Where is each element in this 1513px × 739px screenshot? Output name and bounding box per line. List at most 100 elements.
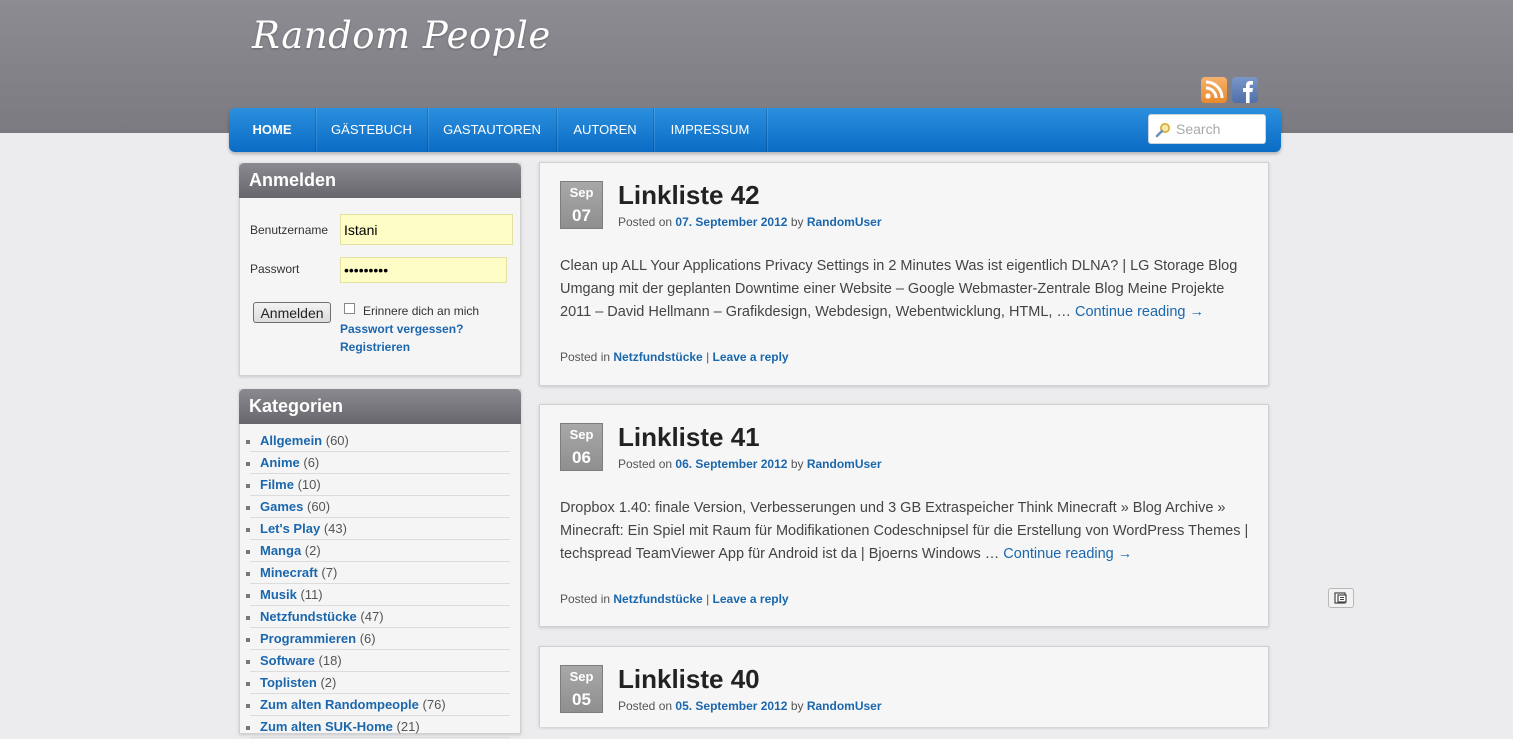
category-entry: Filme (10) bbox=[260, 475, 321, 495]
post-date-link[interactable]: 05. September 2012 bbox=[675, 699, 787, 713]
category-link[interactable]: Games bbox=[260, 499, 303, 514]
category-item: Games (60) bbox=[246, 497, 510, 518]
facebook-icon[interactable] bbox=[1232, 77, 1258, 103]
category-item: Let's Play (43) bbox=[246, 519, 510, 540]
category-count: (6) bbox=[303, 455, 320, 470]
remember-me-checkbox[interactable] bbox=[344, 303, 355, 314]
list-bullet bbox=[246, 594, 250, 598]
list-bullet bbox=[246, 616, 250, 620]
category-link[interactable]: Manga bbox=[260, 543, 301, 558]
category-count: (6) bbox=[359, 631, 376, 646]
continue-reading-link[interactable]: Continue reading → bbox=[1075, 304, 1204, 320]
category-item: Minecraft (7) bbox=[246, 563, 510, 584]
by-label: by bbox=[790, 457, 804, 471]
category-link[interactable]: Software bbox=[260, 653, 315, 668]
post-card: Sep 06 Linkliste 41 Posted on 06. Septem… bbox=[539, 404, 1269, 627]
post-author-link[interactable]: RandomUser bbox=[807, 215, 882, 229]
posted-on-label: Posted on bbox=[618, 457, 673, 471]
post-title[interactable]: Linkliste 41 bbox=[618, 422, 760, 453]
login-widget-title: Anmelden bbox=[239, 163, 521, 198]
remember-me-label: Erinnere dich an mich bbox=[363, 304, 480, 318]
category-item: Allgemein (60) bbox=[246, 431, 510, 452]
nav-autoren[interactable]: AUTOREN bbox=[557, 108, 654, 152]
list-bullet bbox=[246, 660, 250, 664]
category-link[interactable]: Musik bbox=[260, 587, 297, 602]
main-navigation: HOME GÄSTEBUCH GASTAUTOREN AUTOREN IMPRE… bbox=[229, 108, 1281, 152]
date-badge: Sep 06 bbox=[560, 423, 603, 471]
category-count: (2) bbox=[320, 675, 337, 690]
category-link[interactable]: Netzfundstücke bbox=[260, 609, 357, 624]
post-footer: Posted in Netzfundstücke | Leave a reply bbox=[560, 350, 789, 364]
category-count: (76) bbox=[422, 697, 446, 712]
category-count: (18) bbox=[318, 653, 342, 668]
username-field[interactable] bbox=[340, 214, 513, 245]
category-count: (7) bbox=[321, 565, 338, 580]
post-title[interactable]: Linkliste 40 bbox=[618, 664, 760, 695]
category-count: (11) bbox=[300, 587, 323, 602]
category-link[interactable]: Allgemein bbox=[260, 433, 322, 448]
category-entry: Let's Play (43) bbox=[260, 519, 347, 539]
footer-separator: | bbox=[706, 592, 710, 606]
password-field[interactable] bbox=[340, 257, 507, 283]
post-meta: Posted on 07. September 2012 by RandomUs… bbox=[618, 215, 882, 229]
posted-on-label: Posted on bbox=[618, 215, 673, 229]
forgot-password-link[interactable]: Passwort vergessen? bbox=[340, 322, 463, 336]
post-category-link[interactable]: Netzfundstücke bbox=[613, 592, 702, 606]
category-entry: Programmieren (6) bbox=[260, 629, 376, 649]
post-author-link[interactable]: RandomUser bbox=[807, 457, 882, 471]
login-widget: Anmelden Benutzername Passwort Anmelden … bbox=[239, 163, 521, 376]
category-entry: Musik (11) bbox=[260, 585, 323, 605]
post-title[interactable]: Linkliste 42 bbox=[618, 180, 760, 211]
category-item: Anime (6) bbox=[246, 453, 510, 474]
leave-reply-link[interactable]: Leave a reply bbox=[713, 592, 789, 606]
category-count: (47) bbox=[360, 609, 384, 624]
category-link[interactable]: Programmieren bbox=[260, 631, 356, 646]
category-link[interactable]: Toplisten bbox=[260, 675, 317, 690]
category-entry: Toplisten (2) bbox=[260, 673, 336, 693]
category-link[interactable]: Zum alten Randompeople bbox=[260, 697, 419, 712]
category-count: (10) bbox=[297, 477, 321, 492]
rss-icon[interactable] bbox=[1201, 77, 1227, 103]
category-entry: Manga (2) bbox=[260, 541, 321, 561]
date-month: Sep bbox=[569, 185, 594, 200]
nav-home[interactable]: HOME bbox=[229, 108, 316, 152]
post-card: Sep 07 Linkliste 42 Posted on 07. Septem… bbox=[539, 162, 1269, 386]
search-input[interactable] bbox=[1176, 115, 1262, 143]
by-label: by bbox=[790, 215, 804, 229]
category-count: (43) bbox=[323, 521, 347, 536]
post-date-link[interactable]: 06. September 2012 bbox=[675, 457, 787, 471]
category-entry: Zum alten Randompeople (76) bbox=[260, 695, 446, 715]
posted-in-label: Posted in bbox=[560, 350, 611, 364]
list-bullet bbox=[246, 506, 250, 510]
category-link[interactable]: Let's Play bbox=[260, 521, 320, 536]
register-link[interactable]: Registrieren bbox=[340, 340, 410, 354]
category-item: Netzfundstücke (47) bbox=[246, 607, 510, 628]
post-author-link[interactable]: RandomUser bbox=[807, 699, 882, 713]
nav-impressum[interactable]: IMPRESSUM bbox=[654, 108, 767, 152]
by-label: by bbox=[790, 699, 804, 713]
continue-reading-link[interactable]: Continue reading → bbox=[1003, 546, 1132, 562]
site-title[interactable]: Random People bbox=[252, 14, 551, 57]
category-item: Zum alten Randompeople (76) bbox=[246, 695, 510, 716]
category-item: Zum alten SUK-Home (21) bbox=[246, 717, 510, 738]
nav-gastautoren[interactable]: GASTAUTOREN bbox=[428, 108, 557, 152]
login-button[interactable]: Anmelden bbox=[253, 302, 331, 323]
category-link[interactable]: Anime bbox=[260, 455, 300, 470]
date-badge: Sep 05 bbox=[560, 665, 603, 713]
category-entry: Zum alten SUK-Home (21) bbox=[260, 717, 420, 737]
browser-extension-button[interactable] bbox=[1328, 588, 1354, 608]
footer-separator: | bbox=[706, 350, 710, 364]
extension-icon bbox=[1334, 592, 1347, 604]
list-bullet bbox=[246, 704, 250, 708]
leave-reply-link[interactable]: Leave a reply bbox=[713, 350, 789, 364]
excerpt-text: Dropbox 1.40: finale Version, Verbesseru… bbox=[560, 500, 1249, 562]
post-category-link[interactable]: Netzfundstücke bbox=[613, 350, 702, 364]
post-date-link[interactable]: 07. September 2012 bbox=[675, 215, 787, 229]
category-link[interactable]: Filme bbox=[260, 477, 294, 492]
nav-gaestebuch[interactable]: GÄSTEBUCH bbox=[316, 108, 428, 152]
password-label: Passwort bbox=[250, 262, 300, 276]
category-entry: Anime (6) bbox=[260, 453, 319, 473]
category-link[interactable]: Minecraft bbox=[260, 565, 318, 580]
category-entry: Minecraft (7) bbox=[260, 563, 337, 583]
date-month: Sep bbox=[569, 669, 594, 684]
